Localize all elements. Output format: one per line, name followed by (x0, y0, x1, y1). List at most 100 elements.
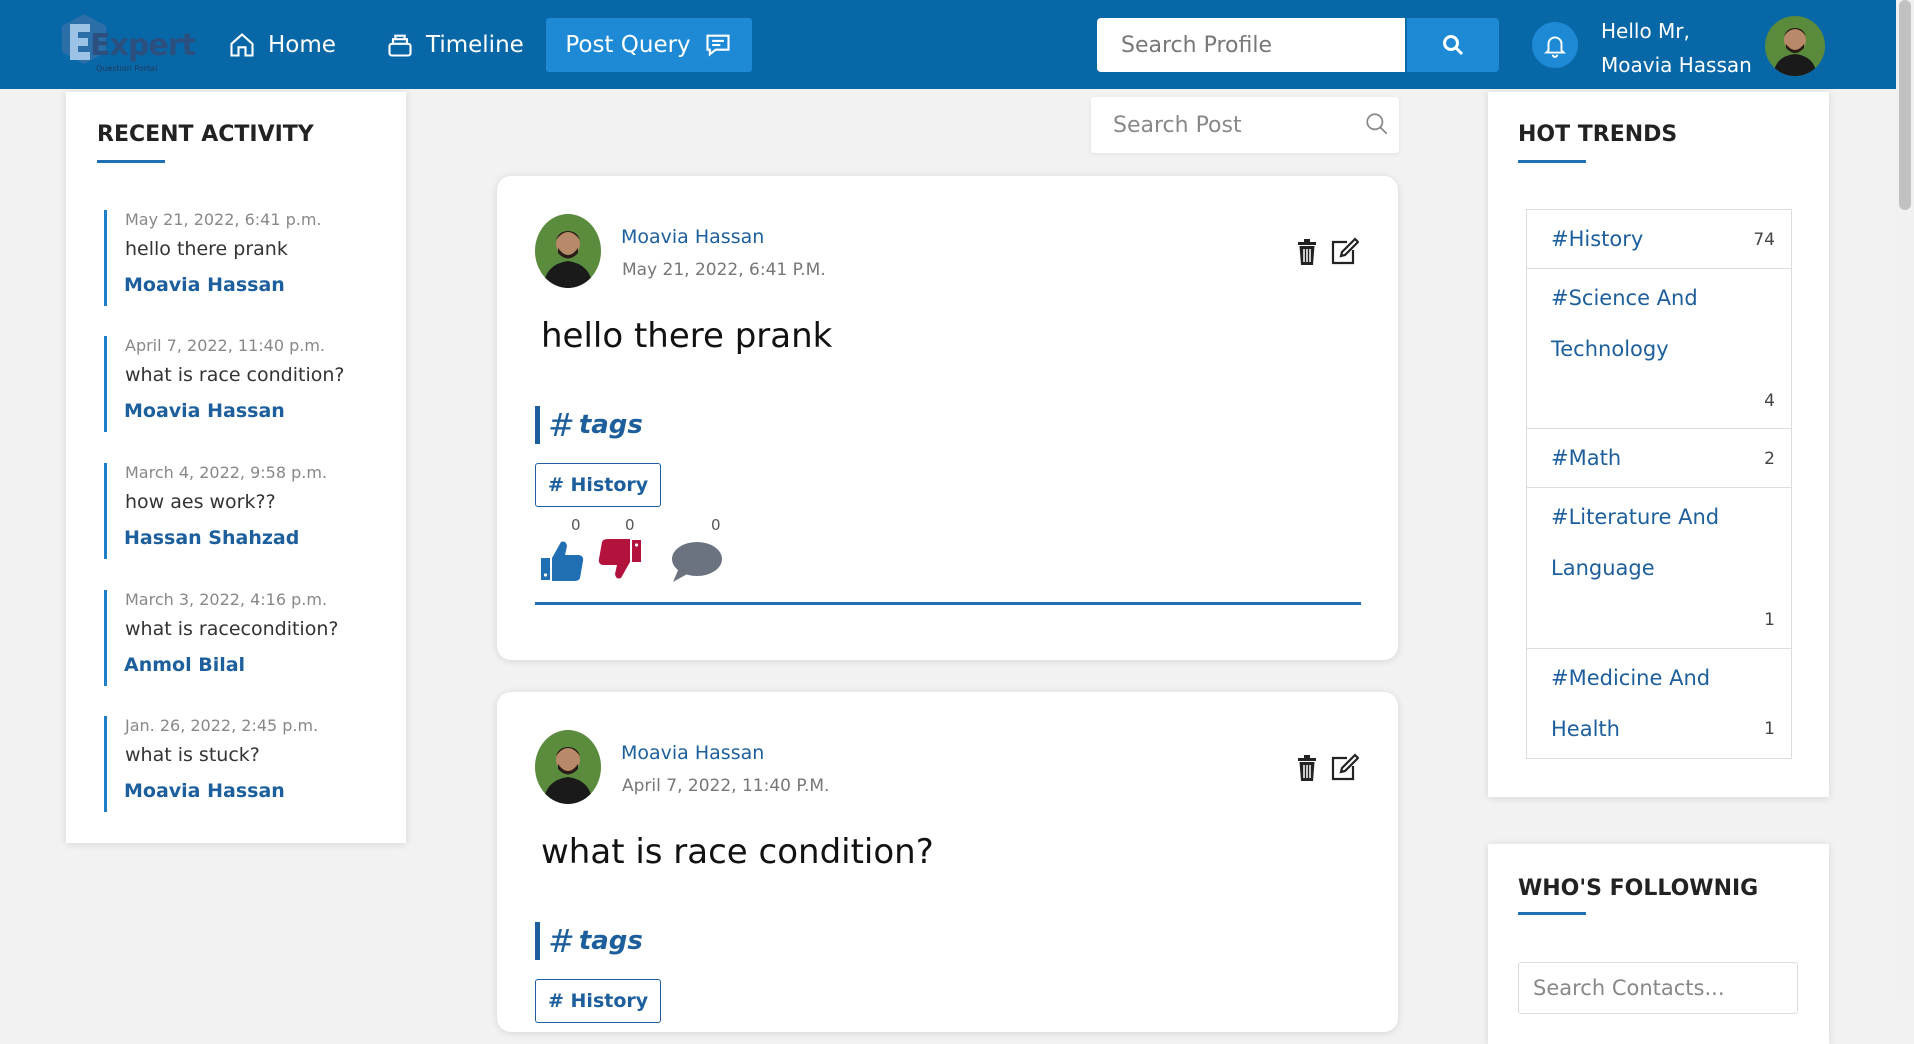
search-icon[interactable] (1364, 111, 1390, 137)
title-underline (97, 160, 165, 163)
trend-count: 1 (1764, 719, 1775, 739)
recent-activity-title: RECENT ACTIVITY (97, 122, 314, 147)
avatar[interactable] (535, 214, 601, 288)
user-name: Moavia Hassan (1601, 53, 1752, 77)
bell-icon (1543, 36, 1567, 58)
hot-trends-panel: HOT TRENDS #History 74 #Science And Tech… (1488, 92, 1829, 797)
activity-user[interactable]: Hassan Shahzad (124, 527, 299, 549)
activity-date: April 7, 2022, 11:40 p.m. (125, 336, 326, 355)
nav-timeline-label: Timeline (426, 32, 524, 58)
trash-icon[interactable] (1295, 238, 1319, 266)
avatar[interactable] (1765, 16, 1825, 76)
like-button[interactable]: 0 (535, 516, 585, 586)
activity-user[interactable]: Moavia Hassan (124, 274, 285, 296)
recent-activity-panel: RECENT ACTIVITY May 21, 2022, 6:41 p.m. … (66, 92, 406, 843)
trend-item[interactable]: #Math 2 (1527, 429, 1791, 488)
tag-chip[interactable]: # History (535, 463, 662, 507)
avatar[interactable] (535, 730, 601, 804)
thumbs-down-icon (598, 539, 641, 579)
post-query-button[interactable]: Post Query (546, 18, 752, 72)
comment-icon (672, 542, 722, 582)
tags-label: tags (578, 410, 643, 440)
trend-item[interactable]: #Literature And Language 1 (1527, 488, 1791, 649)
activity-item[interactable]: May 21, 2022, 6:41 p.m. hello there pran… (104, 210, 362, 306)
trend-list: #History 74 #Science And Technology 4 #M… (1526, 209, 1792, 759)
trend-item[interactable]: #Medicine And Health 1 (1527, 649, 1791, 758)
trend-item[interactable]: #Science And Technology 4 (1527, 269, 1791, 429)
trend-item[interactable]: #History 74 (1527, 210, 1791, 269)
search-contacts-input[interactable] (1518, 962, 1798, 1014)
thumbs-up-icon (541, 541, 584, 581)
scrollbar-thumb[interactable] (1899, 0, 1911, 210)
trend-count: 74 (1753, 230, 1775, 250)
post-author[interactable]: Moavia Hassan (621, 742, 764, 764)
top-navbar: Expert Question Portal Home Timeline Pos… (0, 0, 1896, 89)
dislike-button[interactable]: 0 (597, 516, 647, 586)
post-date: May 21, 2022, 6:41 P.M. (622, 260, 826, 280)
avatar-image (1765, 16, 1825, 76)
tag-chip[interactable]: # History (535, 979, 662, 1023)
nav-home[interactable]: Home (228, 18, 336, 72)
dislike-count: 0 (625, 516, 635, 534)
post-text: hello there prank (541, 316, 833, 356)
activity-date: Jan. 26, 2022, 2:45 p.m. (125, 716, 319, 735)
activity-user[interactable]: Moavia Hassan (124, 400, 285, 422)
search-icon (1443, 35, 1464, 56)
comment-button[interactable]: 0 (669, 516, 725, 586)
activity-text[interactable]: what is race condition? (125, 364, 345, 386)
author-avatar-image (535, 730, 601, 804)
search-profile-input[interactable] (1097, 18, 1405, 72)
tags-heading: # tags (535, 406, 643, 444)
title-underline (1518, 912, 1586, 915)
edit-icon[interactable] (1329, 752, 1359, 782)
post-card: Moavia Hassan April 7, 2022, 11:40 P.M. … (497, 692, 1398, 1032)
activity-date: May 21, 2022, 6:41 p.m. (125, 210, 322, 229)
tags-heading: # tags (535, 922, 643, 960)
activity-item[interactable]: April 7, 2022, 11:40 p.m. what is race c… (104, 336, 362, 432)
timeline-icon (388, 34, 412, 57)
title-underline (1518, 160, 1586, 163)
post-date: April 7, 2022, 11:40 P.M. (622, 776, 830, 796)
activity-text[interactable]: how aes work?? (125, 491, 276, 513)
activity-text[interactable]: what is racecondition? (125, 618, 338, 640)
post-divider (535, 602, 1361, 605)
trend-count: 2 (1764, 449, 1775, 469)
search-profile-button[interactable] (1407, 18, 1499, 72)
activity-item[interactable]: Jan. 26, 2022, 2:45 p.m. what is stuck? … (104, 716, 362, 812)
logo-subtitle: Question Portal (96, 64, 158, 73)
activity-text[interactable]: hello there prank (125, 238, 288, 260)
nav-home-label: Home (268, 32, 336, 58)
activity-user[interactable]: Moavia Hassan (124, 780, 285, 802)
comment-count: 0 (711, 516, 721, 534)
tags-label: tags (578, 926, 643, 956)
greeting-text: Hello Mr, (1601, 19, 1690, 43)
activity-user[interactable]: Anmol Bilal (124, 654, 245, 676)
trend-name: #Science And Technology (1551, 286, 1698, 361)
post-author[interactable]: Moavia Hassan (621, 226, 764, 248)
nav-timeline[interactable]: Timeline (386, 18, 524, 72)
author-avatar-image (535, 214, 601, 288)
activity-item[interactable]: March 4, 2022, 9:58 p.m. how aes work?? … (104, 463, 362, 559)
app-logo[interactable]: Expert Question Portal (56, 8, 196, 76)
post-text: what is race condition? (541, 832, 934, 872)
trend-count: 1 (1764, 610, 1775, 630)
hash-icon: # (548, 406, 575, 444)
hot-trends-title: HOT TRENDS (1518, 122, 1678, 147)
activity-date: March 3, 2022, 4:16 p.m. (125, 590, 328, 609)
trash-icon[interactable] (1295, 754, 1319, 782)
edit-icon[interactable] (1329, 236, 1359, 266)
notifications-button[interactable] (1532, 22, 1578, 68)
user-greeting: Hello Mr, Moavia Hassan (1601, 14, 1752, 82)
logo-wordmark: Expert (90, 28, 196, 63)
activity-item[interactable]: March 3, 2022, 4:16 p.m. what is racecon… (104, 590, 362, 686)
search-post-input[interactable] (1091, 97, 1399, 153)
home-icon (230, 33, 254, 57)
following-title: WHO'S FOLLOWNIG (1518, 876, 1759, 901)
post-card: Moavia Hassan May 21, 2022, 6:41 P.M. he… (497, 176, 1398, 660)
trend-name: #History (1551, 227, 1644, 251)
following-panel: WHO'S FOLLOWNIG (1488, 844, 1829, 1044)
activity-text[interactable]: what is stuck? (125, 744, 260, 766)
trend-name: #Math (1551, 446, 1622, 470)
trend-count: 4 (1764, 391, 1775, 411)
hash-icon: # (548, 922, 575, 960)
